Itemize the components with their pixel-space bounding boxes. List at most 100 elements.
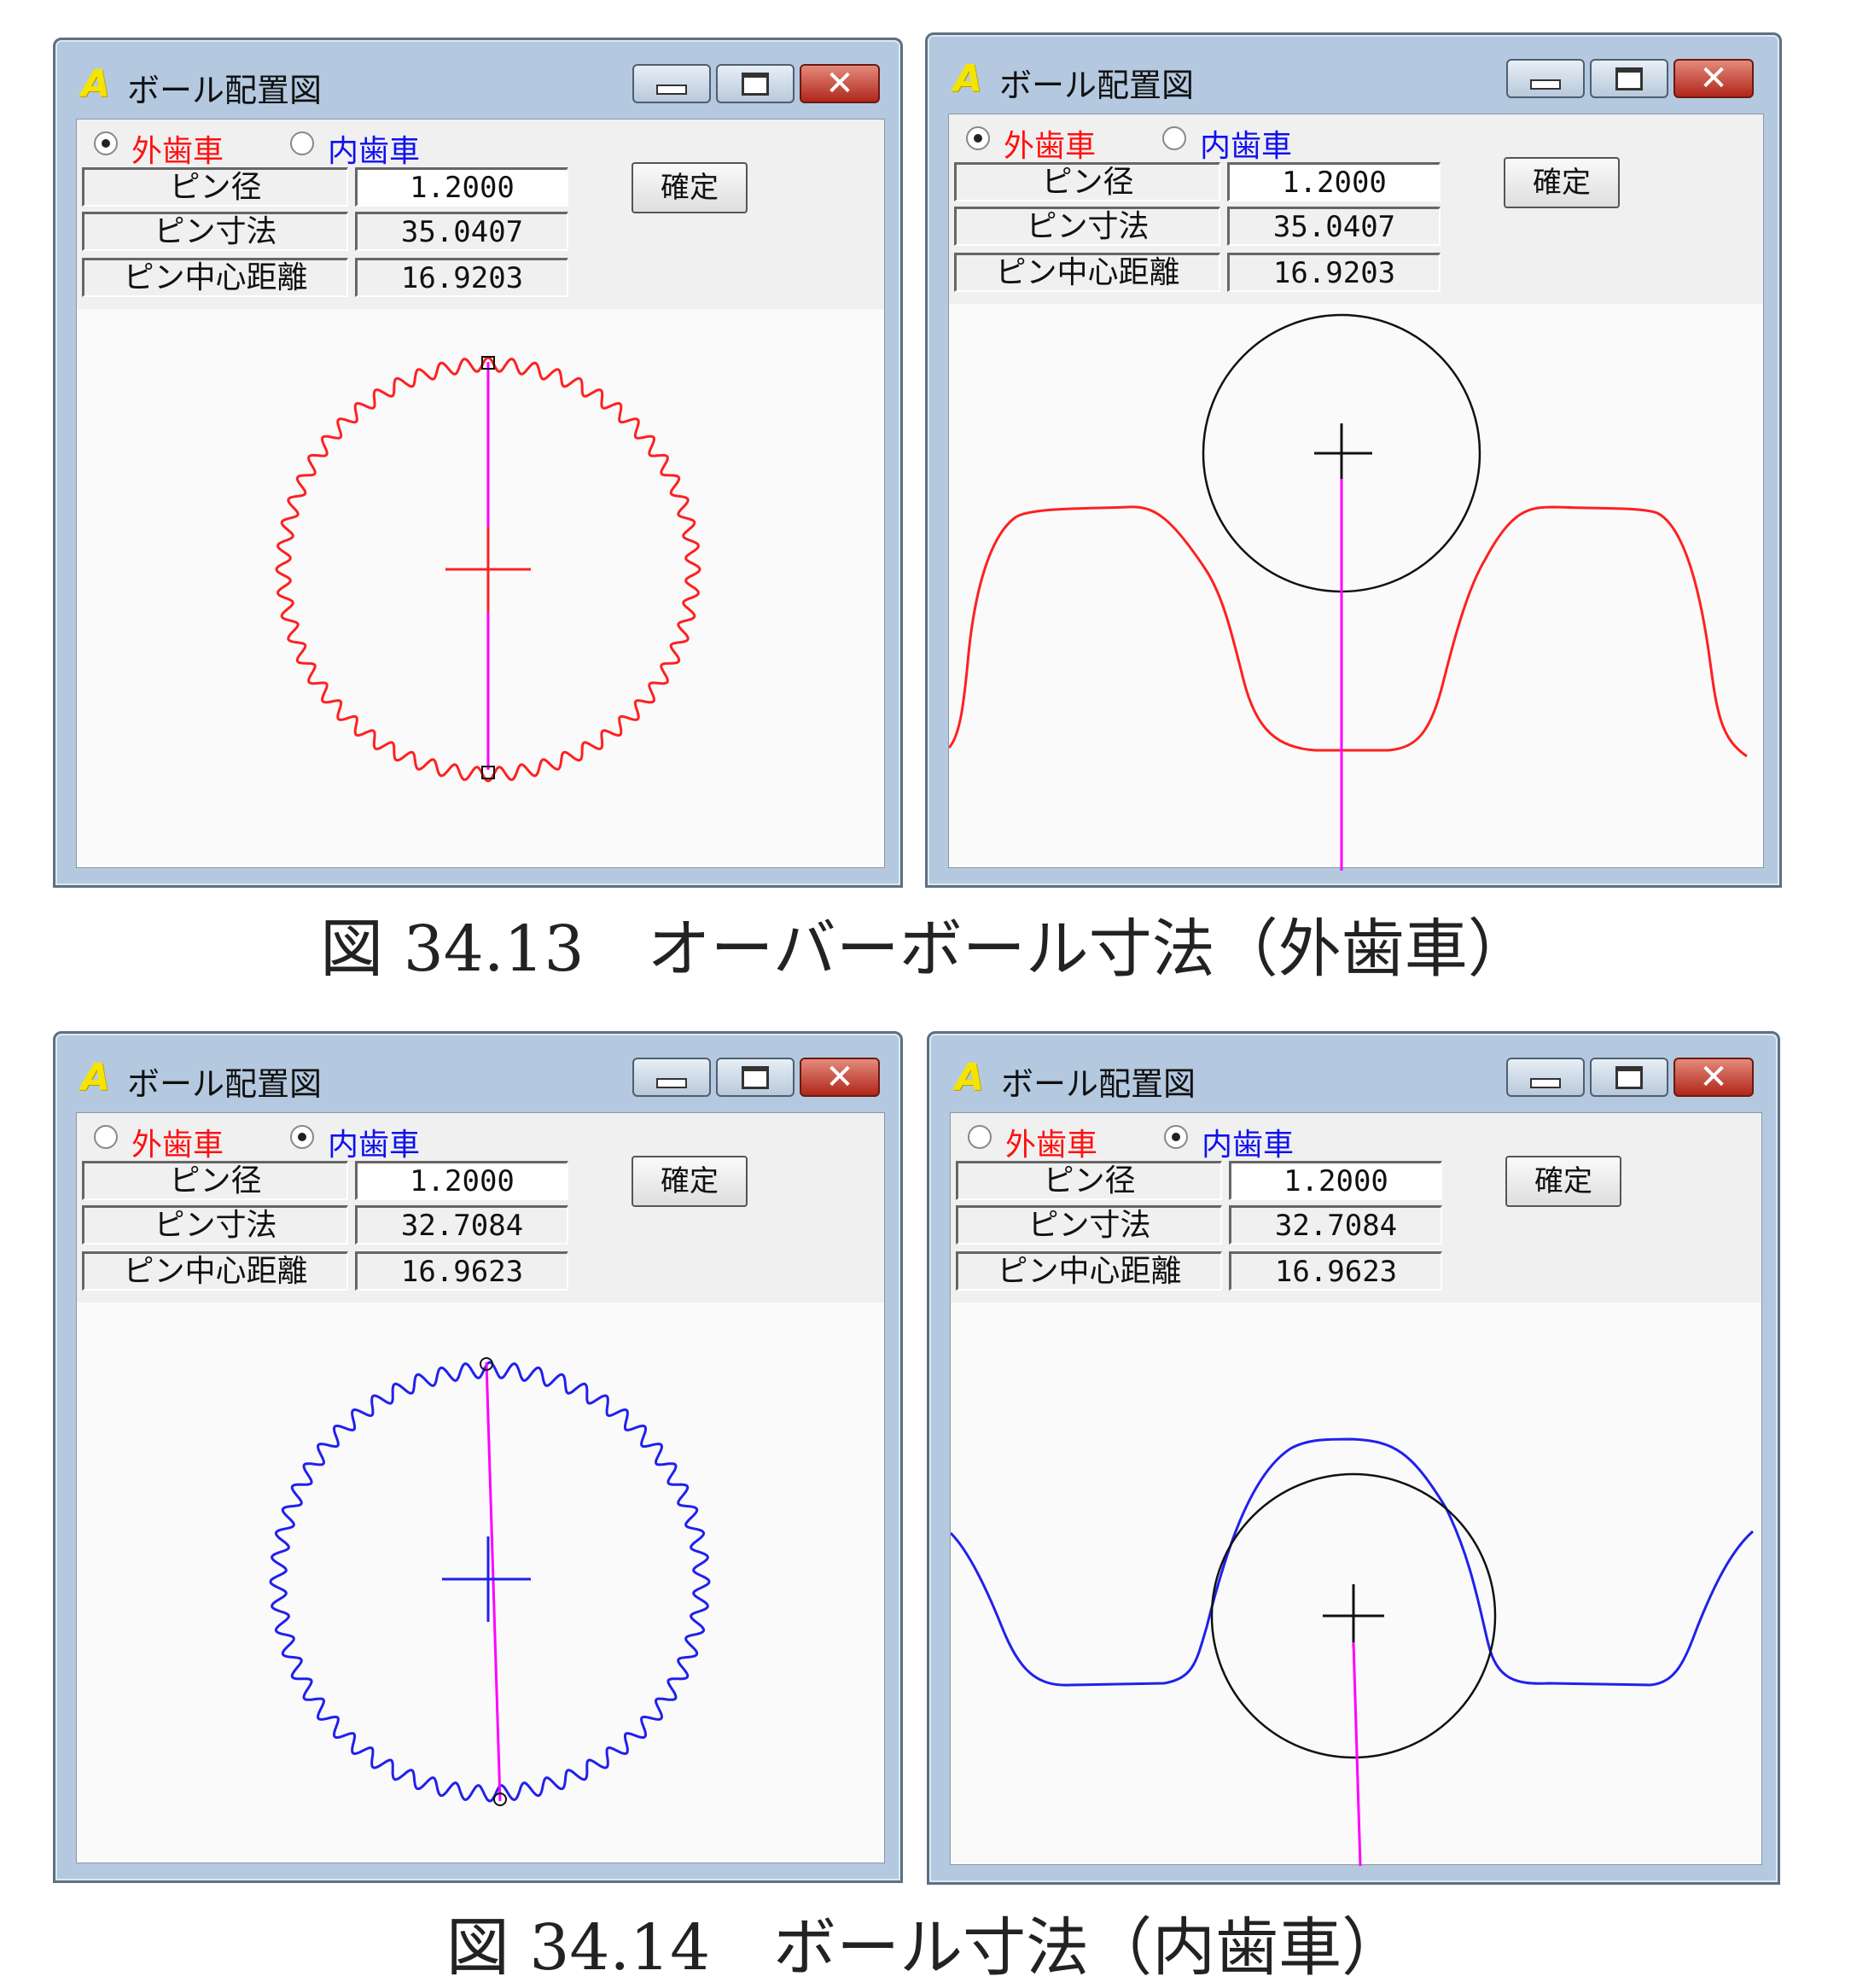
- minimize-icon: [1530, 79, 1561, 90]
- drawing-canvas[interactable]: [949, 304, 1763, 871]
- radio-external-label[interactable]: 外歯車: [131, 1120, 224, 1164]
- figure-caption-34-14: 図 34.14 ボール寸法（内歯車）: [445, 1911, 1406, 1985]
- maximize-icon: [742, 1065, 769, 1089]
- radio-internal[interactable]: [290, 1125, 314, 1149]
- drawing-canvas[interactable]: [77, 309, 884, 867]
- radio-internal[interactable]: [1164, 1125, 1188, 1149]
- minimize-icon: [656, 85, 687, 95]
- pin-diameter-input[interactable]: 1.2000: [355, 167, 568, 207]
- maximize-button[interactable]: [716, 1058, 795, 1097]
- gear-drawing: [269, 1357, 711, 1806]
- maximize-button[interactable]: [716, 64, 795, 103]
- client-area: 外歯車 内歯車 ピン径 1.2000 ピン寸法 32.7084 ピン中心距離 1…: [76, 1112, 885, 1863]
- tooth-zoom-drawing: [951, 1437, 1754, 1866]
- client-area: 外歯車 内歯車 ピン径 1.2000 ピン寸法 35.0407 ピン中心距離 1…: [948, 114, 1764, 871]
- gear-type-radio-group: 外歯車 内歯車: [968, 1120, 1480, 1163]
- tooth-zoom-drawing: [949, 313, 1748, 871]
- window-external-zoom: A ボール配置図 ✕ 外歯車 内歯車 ピン径 1.2000 ピン寸法 35.04…: [925, 32, 1782, 888]
- pin-center-distance-label: ピン中心距離: [82, 258, 348, 297]
- pin-diameter-label: ピン径: [82, 167, 348, 207]
- title-bar[interactable]: A ボール配置図 ✕: [55, 40, 900, 119]
- pin-dimension-value: 35.0407: [1227, 207, 1441, 246]
- pin-center-distance-value: 16.9203: [1227, 253, 1441, 292]
- app-logo-icon: A: [81, 62, 111, 106]
- minimize-button[interactable]: [632, 64, 711, 103]
- window-title: ボール配置図: [127, 72, 323, 109]
- confirm-button[interactable]: 確定: [1505, 1156, 1621, 1207]
- pin-center-distance-value: 16.9623: [355, 1251, 568, 1291]
- pin-dimension-label: ピン寸法: [82, 1205, 348, 1245]
- pin-diameter-label: ピン径: [956, 1161, 1222, 1200]
- pin-center-distance-value: 16.9623: [1229, 1251, 1442, 1291]
- close-icon: ✕: [1699, 59, 1728, 98]
- minimize-button[interactable]: [1506, 59, 1585, 98]
- title-bar[interactable]: A ボール配置図 ✕: [929, 1034, 1778, 1112]
- app-logo-icon: A: [955, 1056, 985, 1099]
- window-title: ボール配置図: [1001, 1065, 1196, 1103]
- client-area: 外歯車 内歯車 ピン径 1.2000 ピン寸法 32.7084 ピン中心距離 1…: [950, 1112, 1762, 1866]
- radio-external[interactable]: [94, 1125, 118, 1149]
- app-logo-icon: A: [81, 1056, 111, 1099]
- radio-external[interactable]: [966, 126, 990, 150]
- measure-line: [1352, 1641, 1362, 1866]
- radio-internal-label[interactable]: 内歯車: [328, 1120, 420, 1164]
- window-internal-zoom: A ボール配置図 ✕ 外歯車 内歯車 ピン径 1.2000 ピン寸法 32.70…: [927, 1031, 1780, 1885]
- external-tooth-profile: [949, 505, 1748, 758]
- pin-diameter-input[interactable]: 1.2000: [355, 1161, 568, 1200]
- radio-internal-label[interactable]: 内歯車: [328, 126, 420, 171]
- pin-diameter-label: ピン径: [82, 1161, 348, 1200]
- window-title: ボール配置図: [999, 67, 1195, 104]
- close-button[interactable]: ✕: [800, 1058, 880, 1097]
- radio-external[interactable]: [94, 131, 118, 155]
- pin-center-distance-value: 16.9203: [355, 258, 568, 297]
- pin-center-distance-label: ピン中心距離: [82, 1251, 348, 1291]
- maximize-button[interactable]: [1590, 59, 1668, 98]
- gear-drawing: [275, 356, 701, 783]
- radio-external-label[interactable]: 外歯車: [1005, 1120, 1097, 1164]
- internal-gear-outline: [269, 1361, 711, 1803]
- confirm-button[interactable]: 確定: [632, 162, 748, 213]
- title-bar[interactable]: A ボール配置図 ✕: [928, 35, 1779, 114]
- window-internal-full: A ボール配置図 ✕ 外歯車 内歯車 ピン径 1.2000 ピン寸法 32.70…: [53, 1031, 903, 1883]
- minimize-button[interactable]: [632, 1058, 711, 1097]
- pin-dimension-label: ピン寸法: [82, 212, 348, 251]
- pin-center-distance-label: ピン中心距離: [956, 1251, 1222, 1291]
- gear-type-radio-group: 外歯車 内歯車: [966, 121, 1478, 164]
- close-button[interactable]: ✕: [1673, 1058, 1754, 1097]
- pin-dimension-label: ピン寸法: [954, 207, 1220, 246]
- internal-tooth-profile: [951, 1437, 1754, 1687]
- close-button[interactable]: ✕: [800, 64, 880, 103]
- maximize-icon: [1615, 1065, 1643, 1089]
- radio-internal-label[interactable]: 内歯車: [1202, 1120, 1294, 1164]
- confirm-button[interactable]: 確定: [1504, 157, 1620, 208]
- radio-internal[interactable]: [1162, 126, 1186, 150]
- gear-type-radio-group: 外歯車 内歯車: [94, 126, 606, 169]
- pin-diameter-input[interactable]: 1.2000: [1227, 162, 1441, 201]
- radio-internal[interactable]: [290, 131, 314, 155]
- drawing-canvas[interactable]: [951, 1303, 1761, 1866]
- close-icon: ✕: [825, 64, 854, 103]
- minimize-button[interactable]: [1506, 1058, 1585, 1097]
- close-icon: ✕: [1699, 1058, 1728, 1097]
- title-bar[interactable]: A ボール配置図 ✕: [55, 1034, 900, 1112]
- maximize-button[interactable]: [1590, 1058, 1668, 1097]
- pin-dimension-value: 32.7084: [355, 1205, 568, 1245]
- maximize-icon: [1615, 67, 1643, 90]
- radio-external-label[interactable]: 外歯車: [131, 126, 224, 171]
- pin-center-distance-label: ピン中心距離: [954, 253, 1220, 292]
- window-external-full: A ボール配置図 ✕ 外歯車 内歯車 ピン径 1.2000 ピン寸法 35.04…: [53, 38, 903, 888]
- close-button[interactable]: ✕: [1673, 59, 1754, 98]
- maximize-icon: [742, 72, 769, 96]
- figure-caption-34-13: 図 34.13 オーバーボール寸法（外歯車）: [320, 912, 1531, 986]
- radio-external-label[interactable]: 外歯車: [1004, 121, 1096, 166]
- radio-external[interactable]: [968, 1125, 992, 1149]
- pin-diameter-input[interactable]: 1.2000: [1229, 1161, 1442, 1200]
- confirm-button[interactable]: 確定: [632, 1156, 748, 1207]
- radio-internal-label[interactable]: 内歯車: [1200, 121, 1292, 166]
- pin-dimension-value: 35.0407: [355, 212, 568, 251]
- close-icon: ✕: [825, 1058, 854, 1097]
- window-title: ボール配置図: [127, 1065, 323, 1103]
- pin-dimension-value: 32.7084: [1229, 1205, 1442, 1245]
- drawing-canvas[interactable]: [77, 1303, 884, 1863]
- client-area: 外歯車 内歯車 ピン径 1.2000 ピン寸法 35.0407 ピン中心距離 1…: [76, 119, 885, 868]
